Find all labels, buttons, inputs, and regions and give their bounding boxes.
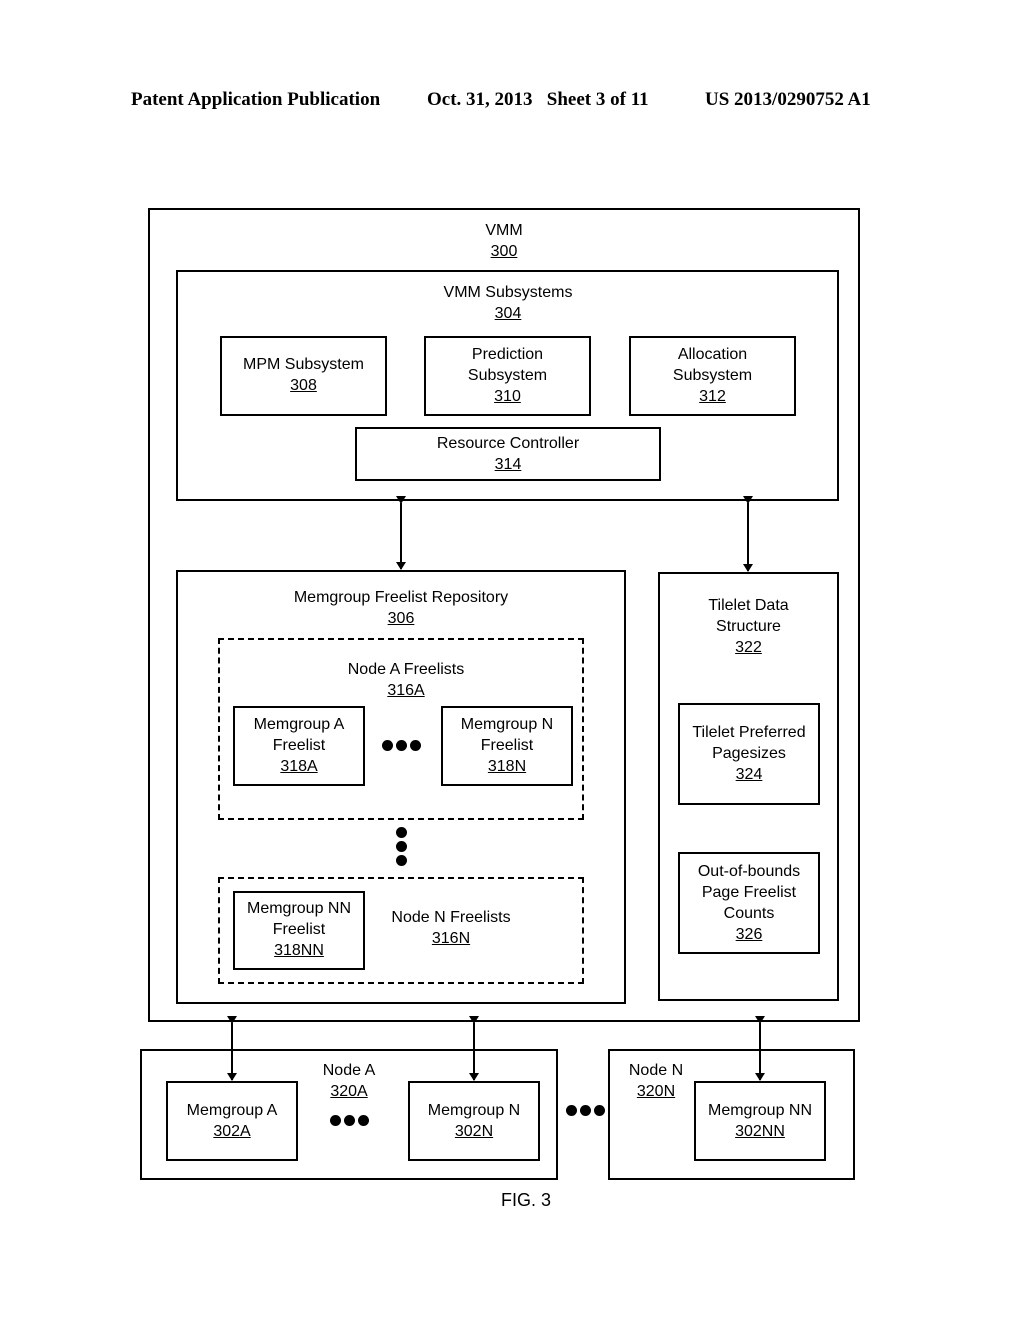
connector-arrows: [227, 496, 765, 1081]
figure-caption: FIG. 3: [500, 1190, 551, 1210]
